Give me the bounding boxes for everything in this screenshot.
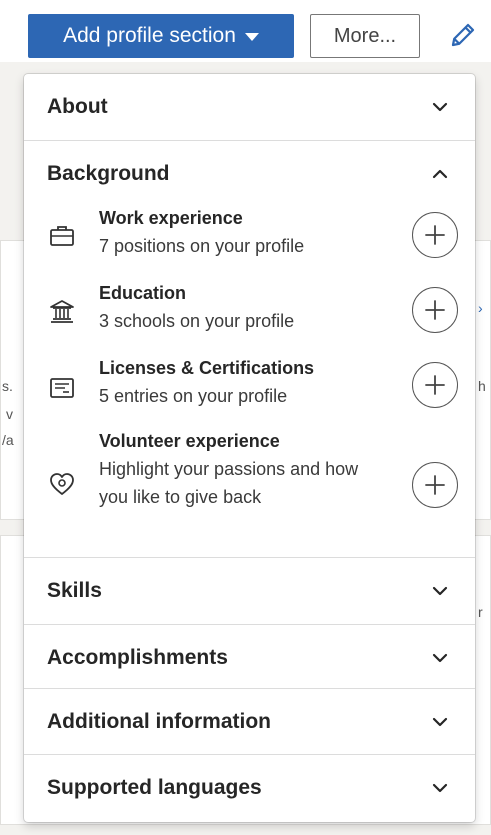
caret-down-icon: [244, 33, 259, 41]
add-work-experience-button[interactable]: [412, 212, 458, 258]
section-background[interactable]: Background: [24, 141, 475, 207]
item-subtitle: Highlight your passions and how you like…: [99, 459, 359, 507]
add-profile-section-label: Add profile section: [63, 24, 236, 47]
section-skills[interactable]: Skills: [24, 558, 475, 624]
item-title: Work experience: [99, 208, 243, 228]
plus-icon: [425, 225, 445, 245]
section-label: Additional information: [47, 710, 271, 733]
background-item-work-experience: Work experience 7 positions on your prof…: [24, 206, 475, 276]
chevron-down-icon: [432, 717, 448, 727]
section-supported-languages[interactable]: Supported languages: [24, 755, 475, 821]
plus-icon: [425, 300, 445, 320]
add-volunteer-experience-button[interactable]: [412, 462, 458, 508]
chevron-down-icon: [432, 586, 448, 596]
add-section-dropdown: About Background Work experience 7 posit…: [24, 74, 475, 822]
section-additional-information[interactable]: Additional information: [24, 689, 475, 755]
item-title: Education: [99, 283, 187, 303]
background-item-licenses-certifications: Licenses & Certifications 5 entries on y…: [24, 356, 475, 426]
chevron-down-icon: [432, 653, 448, 663]
plus-icon: [425, 375, 445, 395]
background-item-volunteer-experience: Volunteer experience Highlight your pass…: [24, 430, 475, 555]
school-icon: [50, 300, 74, 323]
background-text-fragment: s.: [2, 378, 13, 394]
chevron-right-icon: ›: [478, 300, 483, 316]
item-title: Volunteer experience: [99, 431, 280, 451]
background-text-fragment: h: [478, 378, 486, 394]
section-about[interactable]: About: [24, 74, 475, 140]
pencil-icon[interactable]: [448, 20, 478, 50]
section-label: Accomplishments: [47, 646, 228, 669]
profile-toolbar: Add profile section More...: [0, 0, 491, 62]
add-education-button[interactable]: [412, 287, 458, 333]
more-button[interactable]: More...: [310, 14, 420, 58]
section-label: Background: [47, 162, 170, 185]
background-item-education: Education 3 schools on your profile: [24, 281, 475, 351]
add-license-certification-button[interactable]: [412, 362, 458, 408]
item-title: Licenses & Certifications: [99, 358, 315, 378]
certificate-icon: [50, 378, 74, 398]
background-text-fragment: r: [478, 604, 483, 620]
item-subtitle: 3 schools on your profile: [99, 311, 295, 331]
background-text-fragment: /a: [2, 432, 14, 448]
heart-hand-icon: [50, 473, 74, 495]
section-label: About: [47, 95, 108, 118]
chevron-down-icon: [432, 102, 448, 112]
profile-page: s. v /a r h › Add profile section More..…: [0, 0, 491, 835]
background-text-fragment: v: [6, 406, 13, 422]
chevron-up-icon: [432, 169, 448, 179]
section-label: Skills: [47, 579, 102, 602]
plus-icon: [425, 475, 445, 495]
section-label: Supported languages: [47, 776, 262, 799]
item-subtitle: 7 positions on your profile: [99, 236, 305, 256]
section-accomplishments[interactable]: Accomplishments: [24, 625, 475, 691]
chevron-down-icon: [432, 783, 448, 793]
briefcase-icon: [50, 226, 74, 246]
add-profile-section-button[interactable]: Add profile section: [28, 14, 294, 58]
item-subtitle: 5 entries on your profile: [99, 386, 288, 406]
